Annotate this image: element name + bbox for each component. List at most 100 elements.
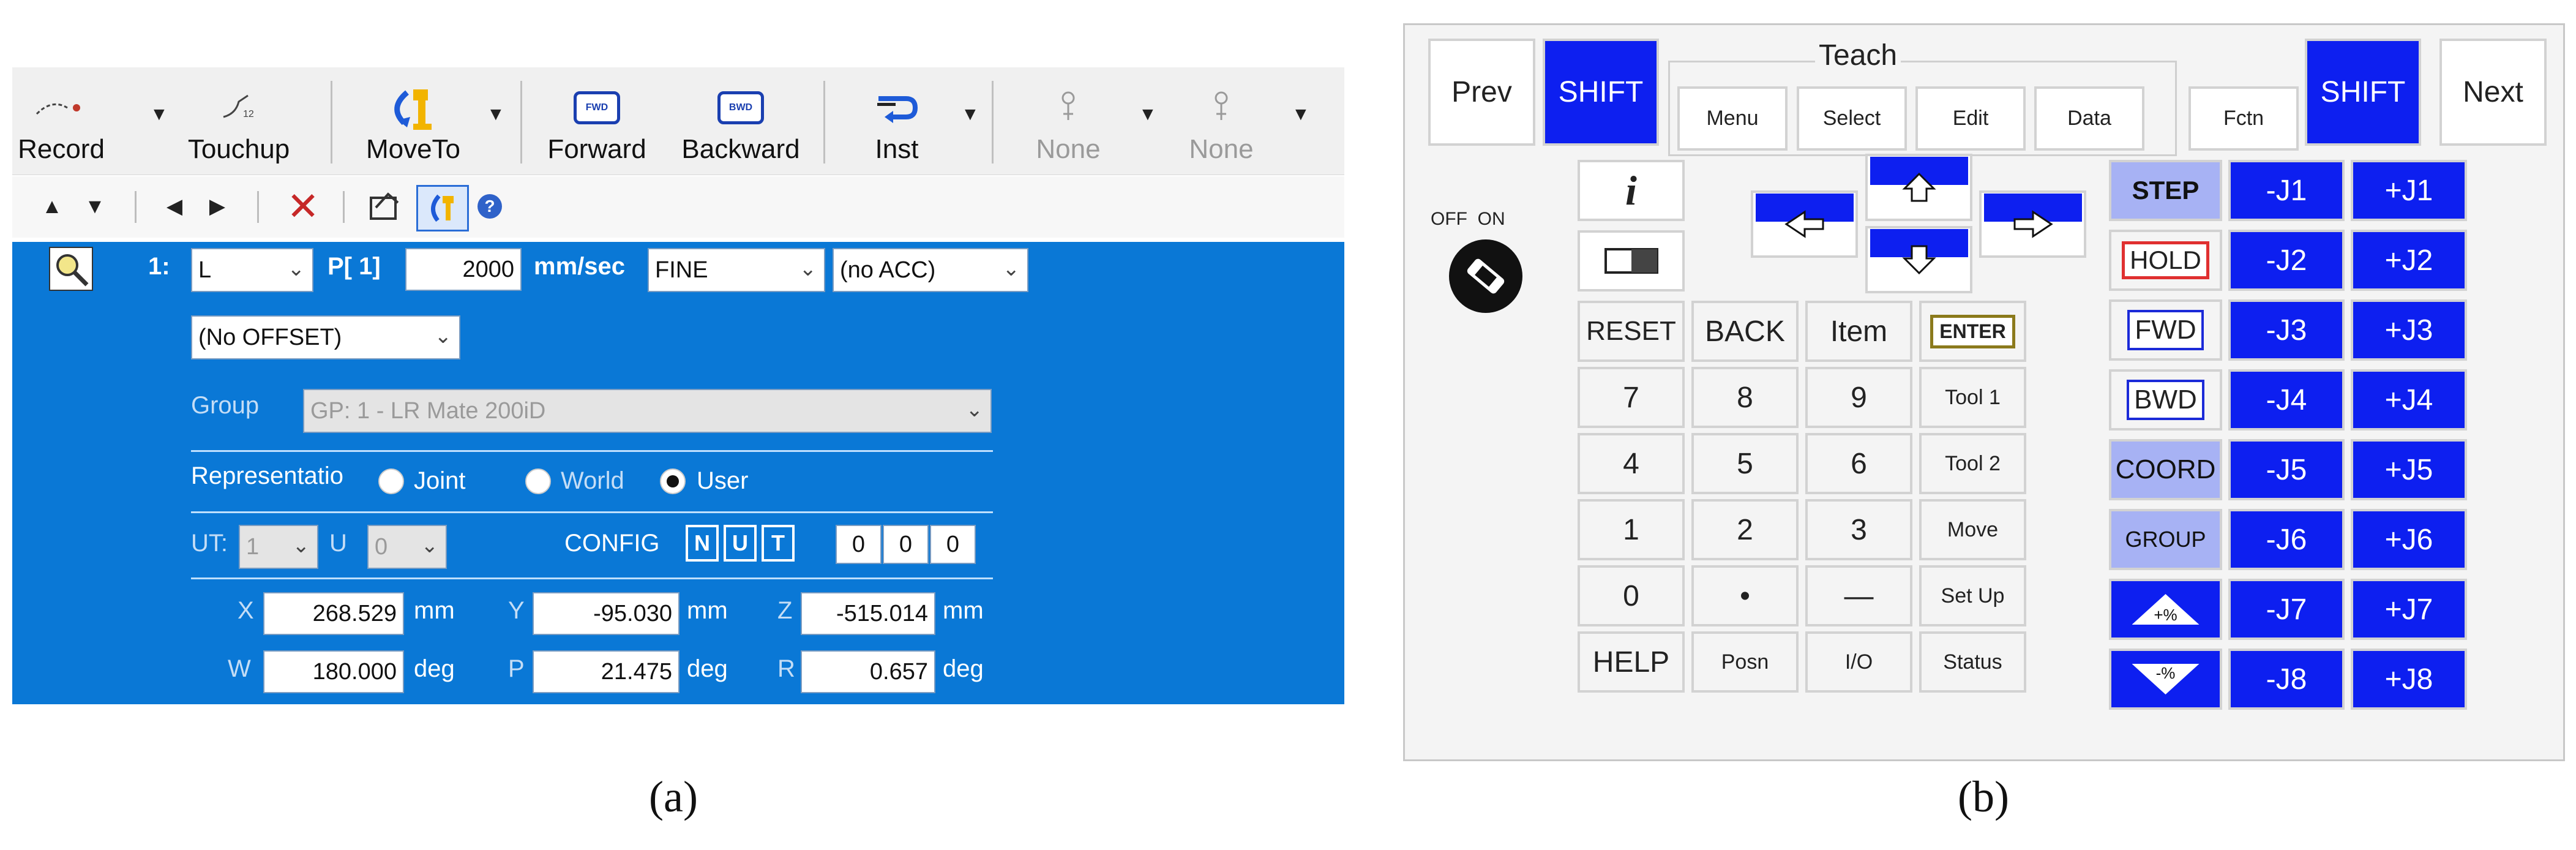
jog-plus-j3[interactable]: +J3 — [2351, 299, 2467, 361]
magnifier-button[interactable] — [49, 247, 93, 291]
touchup-view-icon[interactable] — [361, 185, 410, 228]
shift-key-right[interactable]: SHIFT — [2305, 39, 2421, 146]
z-input[interactable]: -515.014 — [801, 592, 935, 635]
speed-down-key[interactable]: -% — [2109, 649, 2222, 710]
data-key[interactable]: Data — [2034, 86, 2144, 151]
help-icon[interactable]: ? — [471, 185, 508, 228]
termination-select[interactable]: FINE ⌄ — [648, 248, 825, 292]
key-8[interactable]: 8 — [1691, 367, 1799, 428]
touchup-button[interactable]: 12 Touchup — [178, 80, 300, 171]
key-6[interactable]: 6 — [1805, 433, 1912, 494]
key-dot[interactable]: • — [1691, 565, 1799, 626]
menu-key[interactable]: Menu — [1677, 86, 1788, 151]
jog-minus-j3[interactable]: -J3 — [2228, 299, 2345, 361]
repr-joint-radio[interactable] — [378, 468, 404, 494]
motion-type-select[interactable]: L ⌄ — [191, 248, 313, 292]
move-down-icon[interactable]: ▼ — [80, 185, 110, 228]
key-9[interactable]: 9 — [1805, 367, 1912, 428]
hold-key[interactable]: HOLD — [2109, 230, 2222, 291]
jog-plus-j4[interactable]: +J4 — [2351, 369, 2467, 431]
config-turn-3[interactable]: 0 — [930, 525, 976, 564]
config-u-toggle[interactable]: U — [724, 525, 757, 562]
chevron-down-icon[interactable]: ▼ — [961, 104, 979, 125]
group-key[interactable]: GROUP — [2109, 509, 2222, 570]
posn-key[interactable]: Posn — [1691, 631, 1799, 693]
display-key[interactable] — [1578, 230, 1685, 291]
x-input[interactable]: 268.529 — [263, 592, 404, 635]
record-button[interactable]: Record — [12, 80, 110, 171]
jog-minus-j7[interactable]: -J7 — [2228, 579, 2345, 640]
status-key[interactable]: Status — [1919, 631, 2026, 693]
config-t-toggle[interactable]: T — [762, 525, 795, 562]
jog-plus-j2[interactable]: +J2 — [2351, 230, 2467, 291]
jog-minus-j1[interactable]: -J1 — [2228, 160, 2345, 221]
jog-plus-j5[interactable]: +J5 — [2351, 439, 2467, 500]
jog-minus-j8[interactable]: -J8 — [2228, 649, 2345, 710]
jog-minus-j4[interactable]: -J4 — [2228, 369, 2345, 431]
config-turn-1[interactable]: 0 — [836, 525, 882, 564]
key-7[interactable]: 7 — [1578, 367, 1685, 428]
jog-plus-j8[interactable]: +J8 — [2351, 649, 2467, 710]
info-key[interactable]: i — [1578, 160, 1685, 221]
chevron-down-icon[interactable]: ▼ — [487, 104, 505, 125]
cursor-down-key[interactable] — [1865, 226, 1972, 293]
w-input[interactable]: 180.000 — [263, 650, 404, 693]
config-n-toggle[interactable]: N — [686, 525, 719, 562]
jog-minus-j6[interactable]: -J6 — [2228, 509, 2345, 570]
coord-key[interactable]: COORD — [2109, 439, 2222, 500]
fctn-key[interactable]: Fctn — [2188, 86, 2299, 151]
io-key[interactable]: I/O — [1805, 631, 1912, 693]
move-up-icon[interactable]: ▲ — [37, 185, 67, 228]
select-key[interactable]: Select — [1797, 86, 1907, 151]
fwd-key[interactable]: FWD — [2109, 299, 2222, 361]
jog-minus-j5[interactable]: -J5 — [2228, 439, 2345, 500]
key-5[interactable]: 5 — [1691, 433, 1799, 494]
enter-key[interactable]: ENTER — [1919, 301, 2026, 362]
step-key[interactable]: STEP — [2109, 160, 2222, 221]
delete-icon[interactable]: ✕ — [282, 184, 324, 228]
arrow-right-icon[interactable]: ▶ — [202, 185, 233, 228]
reset-key[interactable]: RESET — [1578, 301, 1685, 362]
key-0[interactable]: 0 — [1578, 565, 1685, 626]
inst-button[interactable]: Inst — [851, 80, 943, 171]
speed-input[interactable]: 2000 — [405, 248, 522, 291]
move-key[interactable]: Move — [1919, 499, 2026, 560]
offset-select[interactable]: (No OFFSET) ⌄ — [191, 315, 460, 359]
key-2[interactable]: 2 — [1691, 499, 1799, 560]
cursor-up-key[interactable] — [1865, 154, 1972, 221]
next-key[interactable]: Next — [2439, 39, 2547, 146]
item-key[interactable]: Item — [1805, 301, 1912, 362]
chevron-down-icon[interactable]: ▼ — [150, 104, 168, 125]
jog-minus-j2[interactable]: -J2 — [2228, 230, 2345, 291]
help-key[interactable]: HELP — [1578, 631, 1685, 693]
cursor-right-key[interactable] — [1979, 190, 2086, 258]
acc-select[interactable]: (no ACC) ⌄ — [833, 248, 1028, 292]
moveto-button[interactable]: MoveTo — [355, 80, 471, 171]
arrow-left-icon[interactable]: ◀ — [159, 185, 190, 228]
repr-world-radio[interactable] — [525, 468, 551, 494]
bwd-key[interactable]: BWD — [2109, 369, 2222, 431]
jog-plus-j7[interactable]: +J7 — [2351, 579, 2467, 640]
edit-key[interactable]: Edit — [1915, 86, 2026, 151]
key-1[interactable]: 1 — [1578, 499, 1685, 560]
shift-key-left[interactable]: SHIFT — [1543, 39, 1659, 146]
p-input[interactable]: 21.475 — [533, 650, 680, 693]
none-button-1[interactable]: None — [1016, 80, 1120, 171]
r-input[interactable]: 0.657 — [801, 650, 935, 693]
key-4[interactable]: 4 — [1578, 433, 1685, 494]
config-turn-2[interactable]: 0 — [883, 525, 929, 564]
prev-key[interactable]: Prev — [1428, 39, 1535, 146]
y-input[interactable]: -95.030 — [533, 592, 680, 635]
enable-switch[interactable]: OFF ON — [1431, 209, 1547, 331]
repr-user-radio[interactable] — [660, 468, 686, 494]
cursor-left-key[interactable] — [1751, 190, 1858, 258]
tool1-key[interactable]: Tool 1 — [1919, 367, 2026, 428]
tool2-key[interactable]: Tool 2 — [1919, 433, 2026, 494]
back-key[interactable]: BACK — [1691, 301, 1799, 362]
setup-key[interactable]: Set Up — [1919, 565, 2026, 626]
chevron-down-icon[interactable]: ▼ — [1139, 104, 1157, 125]
backward-button[interactable]: BWD Backward — [673, 80, 808, 171]
key-minus[interactable]: — — [1805, 565, 1912, 626]
speed-up-key[interactable]: +% — [2109, 579, 2222, 640]
chevron-down-icon[interactable]: ▼ — [1292, 104, 1310, 125]
